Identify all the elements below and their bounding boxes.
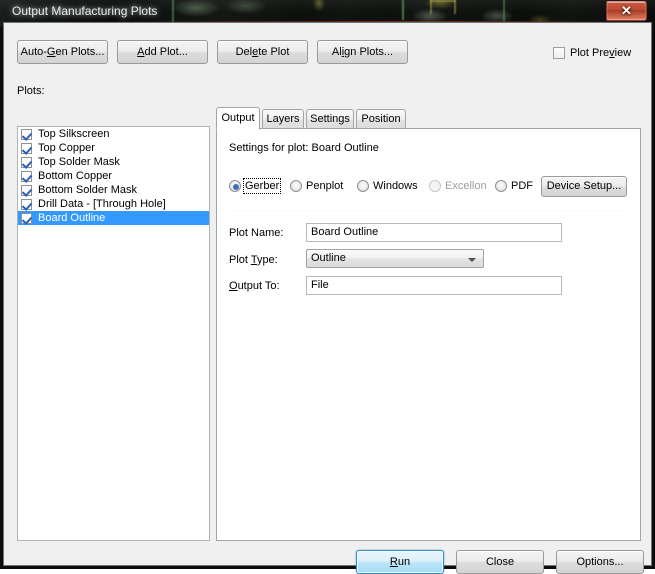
separator-top: [229, 164, 629, 165]
device-setup-label: Device Setup...: [546, 180, 622, 192]
device-setup-button[interactable]: Device Setup...: [541, 176, 627, 197]
tab-label: Layers: [266, 113, 300, 125]
list-item-label: Bottom Copper: [38, 170, 112, 182]
checkbox-icon[interactable]: [21, 199, 32, 210]
desktop-trace: [430, 0, 432, 14]
tab-output[interactable]: Output: [216, 107, 260, 130]
radio-dot-icon: [429, 180, 441, 192]
settings-heading: Settings for plot: Board Outline: [229, 142, 379, 154]
list-item[interactable]: Bottom Copper: [18, 169, 209, 183]
dialog-client: Auto-Gen Plots... Add Plot... Delete Plo…: [4, 23, 651, 574]
plot-type-value: Outline: [311, 252, 346, 264]
tab-page-output: Settings for plot: Board Outline Gerber P…: [216, 128, 641, 541]
run-label: Run: [389, 556, 411, 568]
delete-plot-label: Delete Plot: [235, 46, 290, 58]
window-title: Output Manufacturing Plots: [12, 4, 158, 18]
list-item[interactable]: Board Outline: [18, 211, 209, 225]
list-item-label: Top Silkscreen: [38, 128, 110, 140]
radio-dot-icon: [357, 180, 369, 192]
list-item-label: Top Solder Mask: [38, 156, 120, 168]
plot-name-input[interactable]: Board Outline: [306, 223, 562, 242]
options-button[interactable]: Options...: [556, 550, 644, 574]
radio-label: Gerber: [242, 178, 282, 194]
checkbox-icon[interactable]: [21, 213, 32, 224]
chevron-down-icon: [468, 258, 476, 262]
list-item[interactable]: Top Solder Mask: [18, 155, 209, 169]
list-item-label: Board Outline: [38, 212, 106, 224]
radio-dot-icon: [495, 180, 507, 192]
close-button[interactable]: Close: [456, 550, 544, 574]
checkbox-icon[interactable]: [21, 143, 32, 154]
radio-label: Windows: [373, 180, 418, 192]
radio-dot-icon: [229, 180, 241, 192]
delete-plot-button[interactable]: Delete Plot: [217, 40, 308, 64]
radio-label: PDF: [511, 180, 533, 192]
list-item[interactable]: Top Silkscreen: [18, 127, 209, 141]
radio-dot-icon: [290, 180, 302, 192]
list-item[interactable]: Drill Data - [Through Hole]: [18, 197, 209, 211]
desktop-trace: [402, 0, 404, 20]
list-item-label: Drill Data - [Through Hole]: [38, 198, 166, 210]
desktop-trace: [430, 0, 456, 2]
plot-name-label: Plot Name:: [229, 227, 284, 239]
plots-list-label: Plots:: [17, 85, 45, 97]
separator-bottom: [229, 210, 629, 211]
checkbox-icon[interactable]: [21, 171, 32, 182]
options-label: Options...: [576, 556, 624, 568]
plots-listbox[interactable]: Top Silkscreen Top Copper Top Solder Mask B…: [17, 126, 210, 541]
checkbox-icon[interactable]: [21, 157, 32, 168]
tab-settings[interactable]: Settings: [306, 109, 354, 129]
tab-label: Output: [221, 112, 255, 124]
desktop-trace: [454, 0, 456, 14]
close-label: Close: [485, 556, 515, 568]
align-plots-button[interactable]: Align Plots...: [317, 40, 408, 64]
add-plot-label: Add Plot...: [137, 46, 188, 58]
plot-preview-label: Plot Preview: [570, 47, 632, 59]
close-glyph: ✕: [621, 3, 632, 18]
checkbox-box: [553, 47, 565, 59]
list-item[interactable]: Bottom Solder Mask: [18, 183, 209, 197]
add-plot-button[interactable]: Add Plot...: [117, 40, 208, 64]
output-to-label: Output To:: [229, 280, 280, 292]
list-item-label: Top Copper: [38, 142, 95, 154]
tab-control: Output Layers Settings Position Settings fo…: [216, 107, 641, 541]
run-button[interactable]: Run: [356, 550, 444, 574]
checkbox-icon[interactable]: [21, 185, 32, 196]
dialog-frame: Auto-Gen Plots... Add Plot... Delete Plo…: [3, 22, 652, 574]
application-window: Output Manufacturing Plots ✕ Auto-Gen Pl…: [0, 0, 655, 574]
tab-position[interactable]: Position: [356, 109, 406, 129]
radio-label: Excellon: [445, 180, 487, 192]
auto-gen-plots-label: Auto-Gen Plots...: [20, 46, 105, 58]
close-icon[interactable]: ✕: [606, 1, 647, 21]
tab-label: Settings: [310, 113, 350, 125]
list-item[interactable]: Top Copper: [18, 141, 209, 155]
tab-layers[interactable]: Layers: [262, 109, 304, 129]
plot-type-combo[interactable]: Outline: [306, 249, 484, 268]
align-plots-label: Align Plots...: [331, 46, 394, 58]
desktop-trace: [503, 0, 505, 22]
plot-type-label: Plot Type:: [229, 254, 278, 266]
output-to-input[interactable]: File: [306, 276, 562, 295]
tab-label: Position: [361, 113, 401, 125]
auto-gen-plots-button[interactable]: Auto-Gen Plots...: [17, 40, 108, 64]
plots-rows: Top Silkscreen Top Copper Top Solder Mask B…: [18, 127, 209, 225]
checkbox-icon[interactable]: [21, 129, 32, 140]
radio-label: Penplot: [306, 180, 344, 192]
list-item-label: Bottom Solder Mask: [38, 184, 138, 196]
